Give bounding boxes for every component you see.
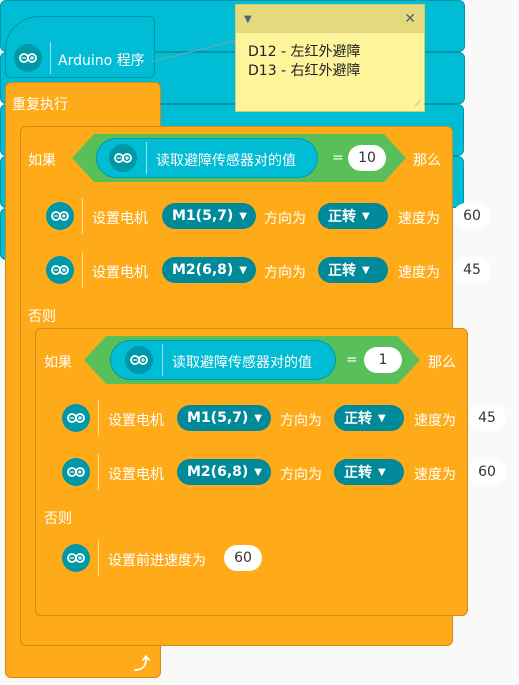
dropdown-caret-icon: ▼ xyxy=(239,210,247,222)
forward-speed-label: 设置前进速度为 xyxy=(108,553,206,569)
outer-motor2-speed-input[interactable]: 45 xyxy=(453,257,491,283)
motor-value: M2(6,8) xyxy=(172,262,234,278)
outer-motor2-dir-select[interactable]: 正转 ▼ xyxy=(318,257,388,283)
inner-motor1-prefix: 设置电机 xyxy=(108,413,164,429)
outer-motor2-select[interactable]: M2(6,8) ▼ xyxy=(162,257,256,283)
outer-value-input[interactable]: 10 xyxy=(348,145,386,171)
dropdown-caret-icon: ▼ xyxy=(378,412,386,424)
outer-motor2-prefix: 设置电机 xyxy=(92,265,148,281)
forward-speed-input[interactable]: 60 xyxy=(224,545,262,571)
arduino-icon xyxy=(125,346,153,374)
comment-note[interactable]: ▼ ✕ D12 - 左红外避障 D13 - 右红外避障 ⟋ xyxy=(235,4,425,112)
outer-motor1-speed-label: 速度为 xyxy=(398,211,440,227)
inner-motor2-speed-label: 速度为 xyxy=(414,467,456,483)
dir-value: 正转 xyxy=(344,411,372,427)
inner-then-label: 那么 xyxy=(428,355,456,371)
arduino-icon xyxy=(14,44,42,72)
outer-else-label: 否则 xyxy=(28,309,56,325)
dropdown-caret-icon: ▼ xyxy=(239,264,247,276)
arduino-icon xyxy=(109,144,137,172)
note-line-2: D13 - 右红外避障 xyxy=(248,63,361,79)
motor-value: M1(5,7) xyxy=(187,410,249,426)
inner-motor2-select[interactable]: M2(6,8) ▼ xyxy=(177,459,271,485)
inner-motor2-dir-label: 方向为 xyxy=(280,467,322,483)
outer-motor1-speed-input[interactable]: 60 xyxy=(453,203,491,229)
inner-motor2-prefix: 设置电机 xyxy=(108,467,164,483)
note-header[interactable]: ▼ ✕ xyxy=(236,5,424,33)
outer-eq: = xyxy=(332,150,344,166)
arduino-icon xyxy=(46,256,74,284)
outer-if-label: 如果 xyxy=(28,153,56,169)
note-connector xyxy=(150,39,239,63)
outer-motor2-speed-label: 速度为 xyxy=(398,265,440,281)
inner-motor1-speed-label: 速度为 xyxy=(414,413,456,429)
dropdown-caret-icon: ▼ xyxy=(362,264,370,276)
forever-label: 重复执行 xyxy=(12,97,68,113)
dir-value: 正转 xyxy=(328,263,356,279)
inner-sensor-label: 读取避障传感器对的值 xyxy=(172,355,312,371)
outer-motor1-dir-label: 方向为 xyxy=(264,211,306,227)
outer-sensor-label: 读取避障传感器对的值 xyxy=(156,153,296,169)
inner-motor2-dir-select[interactable]: 正转 ▼ xyxy=(334,459,404,485)
dir-value: 正转 xyxy=(328,209,356,225)
collapse-triangle-icon[interactable]: ▼ xyxy=(244,14,252,25)
inner-if-label: 如果 xyxy=(44,355,72,371)
hat-label: Arduino 程序 xyxy=(58,53,145,69)
dropdown-caret-icon: ▼ xyxy=(254,466,262,478)
arduino-icon xyxy=(62,544,90,572)
motor-value: M1(5,7) xyxy=(172,208,234,224)
note-body[interactable]: D12 - 左红外避障 D13 - 右红外避障 xyxy=(236,33,424,91)
outer-motor1-select[interactable]: M1(5,7) ▼ xyxy=(162,203,256,229)
inner-eq: = xyxy=(346,352,358,368)
inner-motor1-dir-label: 方向为 xyxy=(280,413,322,429)
inner-value-input[interactable]: 1 xyxy=(364,347,402,373)
resize-handle-icon[interactable]: ⟋ xyxy=(415,99,421,109)
arduino-icon xyxy=(46,202,74,230)
outer-motor2-dir-label: 方向为 xyxy=(264,265,306,281)
dropdown-caret-icon: ▼ xyxy=(362,210,370,222)
outer-motor1-prefix: 设置电机 xyxy=(92,211,148,227)
note-line-1: D12 - 左红外避障 xyxy=(248,44,361,60)
dir-value: 正转 xyxy=(344,465,372,481)
close-icon[interactable]: ✕ xyxy=(404,11,416,27)
inner-motor1-dir-select[interactable]: 正转 ▼ xyxy=(334,405,404,431)
dropdown-caret-icon: ▼ xyxy=(254,412,262,424)
loop-arrow-icon: ⤴ xyxy=(134,654,151,673)
inner-motor2-speed-input[interactable]: 60 xyxy=(468,459,506,485)
inner-motor1-speed-input[interactable]: 45 xyxy=(468,405,506,431)
outer-motor1-dir-select[interactable]: 正转 ▼ xyxy=(318,203,388,229)
outer-then-label: 那么 xyxy=(413,153,441,169)
arduino-icon xyxy=(62,458,90,486)
inner-else-label: 否则 xyxy=(44,511,72,527)
dropdown-caret-icon: ▼ xyxy=(378,466,386,478)
inner-motor1-select[interactable]: M1(5,7) ▼ xyxy=(177,405,271,431)
motor-value: M2(6,8) xyxy=(187,464,249,480)
arduino-icon xyxy=(62,404,90,432)
